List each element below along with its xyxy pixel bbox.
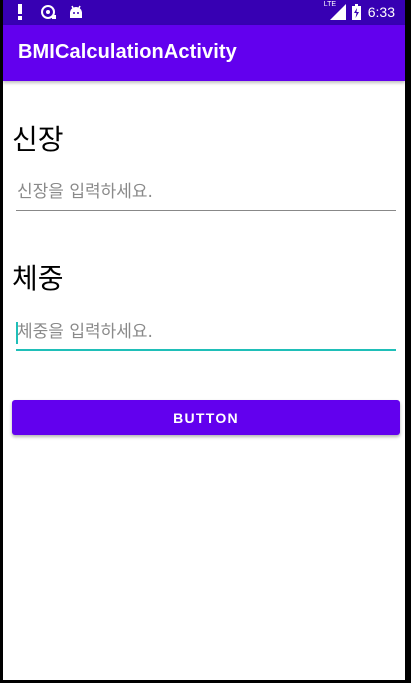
weight-input-underline — [16, 349, 396, 351]
android-icon — [67, 3, 85, 21]
app-bar: BMICalculationActivity — [3, 25, 405, 81]
status-time: 6:33 — [367, 4, 395, 20]
weight-label: 체중 — [12, 262, 64, 295]
alert-icon — [11, 3, 29, 21]
height-label: 신장 — [12, 123, 64, 156]
sync-icon — [39, 3, 57, 21]
submit-button[interactable]: BUTTON — [12, 400, 400, 435]
signal-icon: LTE — [324, 1, 346, 21]
app-screen: LTE 6:33 BMICalculationActivity 신장 체중 BU… — [3, 0, 405, 680]
height-field-container — [16, 177, 397, 211]
battery-icon — [352, 3, 362, 21]
height-input-underline — [16, 210, 396, 211]
app-bar-title: BMICalculationActivity — [18, 41, 237, 63]
text-cursor — [16, 322, 18, 344]
weight-field-container — [16, 317, 397, 351]
height-input[interactable] — [16, 177, 397, 207]
weight-input[interactable] — [16, 317, 397, 347]
status-bar: LTE 6:33 — [3, 0, 405, 25]
